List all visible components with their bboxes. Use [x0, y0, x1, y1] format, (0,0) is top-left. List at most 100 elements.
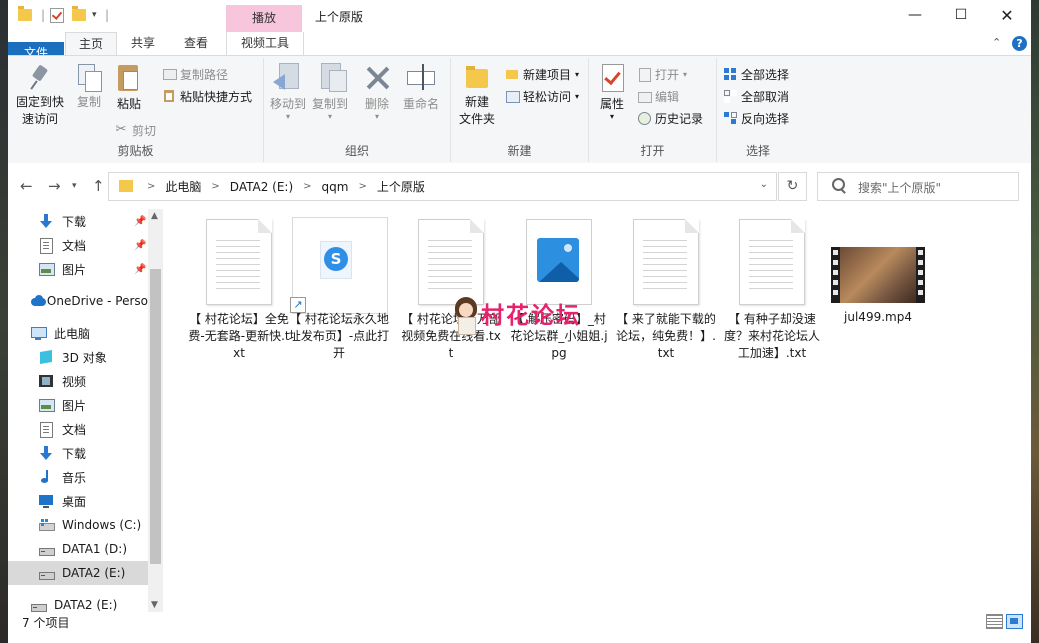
file-item[interactable]: 【 村花论坛】万部视频免费在线看.txt [400, 219, 502, 362]
file-item[interactable]: S ↗ 【 村花论坛永久地址发布页】-点此打开 [288, 219, 390, 362]
invert-selection-button[interactable]: 反向选择 [723, 108, 789, 128]
nav-scrollbar[interactable]: ▲ ▼ [148, 209, 163, 612]
address-dropdown-icon[interactable]: ⌄ [760, 179, 768, 190]
help-icon[interactable]: ? [1012, 36, 1027, 51]
windows-drive-icon [38, 517, 55, 533]
new-folder-button[interactable]: 新建 文件夹 [455, 62, 499, 128]
cut-button[interactable]: ✂ 剪切 [114, 120, 156, 140]
copy-path-button[interactable]: 复制路径 [162, 64, 228, 84]
file-list: 【 村花论坛】全免费-无套路-更新快.txt S ↗ 【 村花论坛永久地址发布页… [163, 209, 1031, 612]
new-item-label: 新建项目 [523, 67, 572, 82]
nav-item-pictures[interactable]: 图片 📌 [8, 257, 148, 281]
crumb-current[interactable]: 上个原版 [377, 178, 425, 195]
maximize-button[interactable]: ☐ [938, 0, 984, 30]
file-item[interactable]: 【 来了就能下载的论坛，纯免费！】.txt [615, 219, 717, 362]
collapse-ribbon-icon[interactable]: ⌃ [992, 36, 1001, 49]
nav-item-documents-pc[interactable]: 文档 [8, 417, 148, 441]
file-item[interactable]: 【 村花论坛】全免费-无套路-更新快.txt [188, 219, 290, 362]
copy-path-label: 复制路径 [180, 67, 229, 82]
move-to-button[interactable]: 移动到 ▾ [268, 62, 308, 121]
select-all-label: 全部选择 [741, 67, 790, 82]
nav-label: 下载 [62, 214, 87, 229]
new-item-button[interactable]: 新建项目 ▾ [505, 64, 579, 84]
file-name: 【 来了就能下载的论坛，纯免费！】.txt [616, 312, 716, 360]
minimize-button[interactable]: — [892, 0, 938, 30]
easy-access-button[interactable]: 轻松访问 ▾ [505, 86, 579, 106]
pinned-icon: 📌 [134, 239, 147, 251]
nav-item-this-pc[interactable]: 此电脑 [8, 321, 148, 345]
copy-button[interactable]: 复制 [70, 62, 108, 111]
group-new: 新建 文件夹 新建项目 ▾ 轻松访问 ▾ 新建 [451, 58, 589, 162]
address-bar[interactable]: > 此电脑 > DATA2 (E:) > qqm > 上个原版 ⌄ [108, 172, 777, 201]
forward-arrow-icon[interactable]: → [48, 177, 61, 195]
copy-to-button[interactable]: 复制到 ▾ [310, 62, 350, 121]
file-item[interactable]: 【 解压密码】_村花论坛群_小姐姐.jpg [508, 219, 610, 362]
recent-locations-icon[interactable]: ▾ [72, 181, 77, 191]
tab-home[interactable]: 主页 [65, 32, 117, 56]
nav-item-drive-e[interactable]: DATA2 (E:) [8, 561, 148, 585]
pin-quick-access-button[interactable]: 固定到快 速访问 [12, 62, 68, 128]
search-icon [832, 178, 845, 191]
nav-item-downloads[interactable]: 下载 📌 [8, 209, 148, 233]
qa-new-folder-icon[interactable] [72, 6, 86, 24]
copy-icon [74, 62, 104, 92]
paste-button[interactable]: 粘贴 [112, 62, 146, 113]
nav-item-videos[interactable]: 视频 [8, 369, 148, 393]
tab-view[interactable]: 查看 [173, 32, 219, 55]
qa-customize-icon[interactable]: ▾ [92, 6, 97, 24]
explorer-window: | ▾ | 播放 上个原版 — ☐ ✕ 文件 主页 共享 查看 视频工具 ⌃ ?… [8, 0, 1031, 643]
select-none-button[interactable]: 全部取消 [723, 86, 789, 106]
qa-folder-icon[interactable] [18, 6, 32, 24]
nav-item-documents[interactable]: 文档 📌 [8, 233, 148, 257]
crumb-qqm[interactable]: qqm [322, 180, 349, 194]
properties-button[interactable]: 属性 ▾ [595, 62, 629, 121]
clipboard-group-label: 剪贴板 [117, 144, 154, 158]
nav-item-drive-d[interactable]: DATA1 (D:) [8, 537, 148, 561]
properties-dropdown-icon: ▾ [609, 112, 614, 121]
back-arrow-icon[interactable]: ← [20, 177, 33, 195]
nav-label: 桌面 [62, 494, 87, 509]
breadcrumb-chevron-icon[interactable]: > [211, 181, 219, 192]
text-file-icon [418, 219, 484, 305]
scroll-down-icon[interactable]: ▼ [151, 600, 158, 610]
delete-button[interactable]: 删除 ▾ [360, 62, 394, 121]
nav-item-drive-c[interactable]: Windows (C:) [8, 513, 148, 537]
properties-icon [597, 62, 627, 94]
nav-item-desktop[interactable]: 桌面 [8, 489, 148, 513]
scroll-thumb[interactable] [150, 269, 161, 564]
nav-item-onedrive[interactable]: OneDrive - Perso [8, 289, 148, 313]
nav-item-downloads-pc[interactable]: 下载 [8, 441, 148, 465]
open-button[interactable]: 打开 ▾ [637, 64, 687, 84]
crumb-drive[interactable]: DATA2 (E:) [230, 180, 293, 194]
search-input[interactable]: 搜索"上个原版" [817, 172, 1019, 201]
paste-shortcut-button[interactable]: 粘贴快捷方式 [162, 86, 252, 106]
close-button[interactable]: ✕ [984, 0, 1030, 30]
select-all-button[interactable]: 全部选择 [723, 64, 789, 84]
qa-properties-icon[interactable] [50, 6, 64, 24]
group-open: 属性 ▾ 打开 ▾ 编辑 历史记录 打开 [589, 58, 717, 162]
refresh-button[interactable]: ↻ [778, 172, 807, 201]
rename-button[interactable]: 重命名 [400, 62, 442, 113]
details-view-icon[interactable] [986, 614, 1003, 629]
nav-item-drive-e-network[interactable]: DATA2 (E:) [8, 593, 148, 612]
context-tab-play[interactable]: 播放 [226, 5, 302, 32]
crumb-this-pc[interactable]: 此电脑 [165, 178, 201, 195]
large-icons-view-icon[interactable] [1006, 614, 1023, 629]
nav-item-3d-objects[interactable]: 3D 对象 [8, 345, 148, 369]
nav-item-music[interactable]: 音乐 [8, 465, 148, 489]
tab-share[interactable]: 共享 [120, 32, 166, 55]
file-item[interactable]: 【 有种子却没速度？来村花论坛人工加速】.txt [721, 219, 823, 362]
tab-video-tools[interactable]: 视频工具 [226, 32, 304, 55]
nav-label: DATA2 (E:) [62, 566, 126, 580]
file-item[interactable]: jul499.mp4 [827, 209, 929, 326]
breadcrumb-chevron-icon[interactable]: > [358, 181, 366, 192]
scroll-up-icon[interactable]: ▲ [151, 211, 158, 221]
up-arrow-icon[interactable]: ↑ [92, 177, 105, 195]
nav-item-pictures-pc[interactable]: 图片 [8, 393, 148, 417]
ribbon: 固定到快 速访问 复制 粘贴 复制路径 粘贴快捷方式 ✂ 剪切 剪贴板 移动到 … [8, 55, 1031, 165]
nav-label: 文档 [62, 238, 87, 253]
breadcrumb-chevron-icon[interactable]: > [303, 181, 311, 192]
edit-button[interactable]: 编辑 [637, 86, 679, 106]
file-name: 【 有种子却没速度？来村花论坛人工加速】.txt [723, 312, 820, 360]
history-button[interactable]: 历史记录 [637, 108, 703, 128]
